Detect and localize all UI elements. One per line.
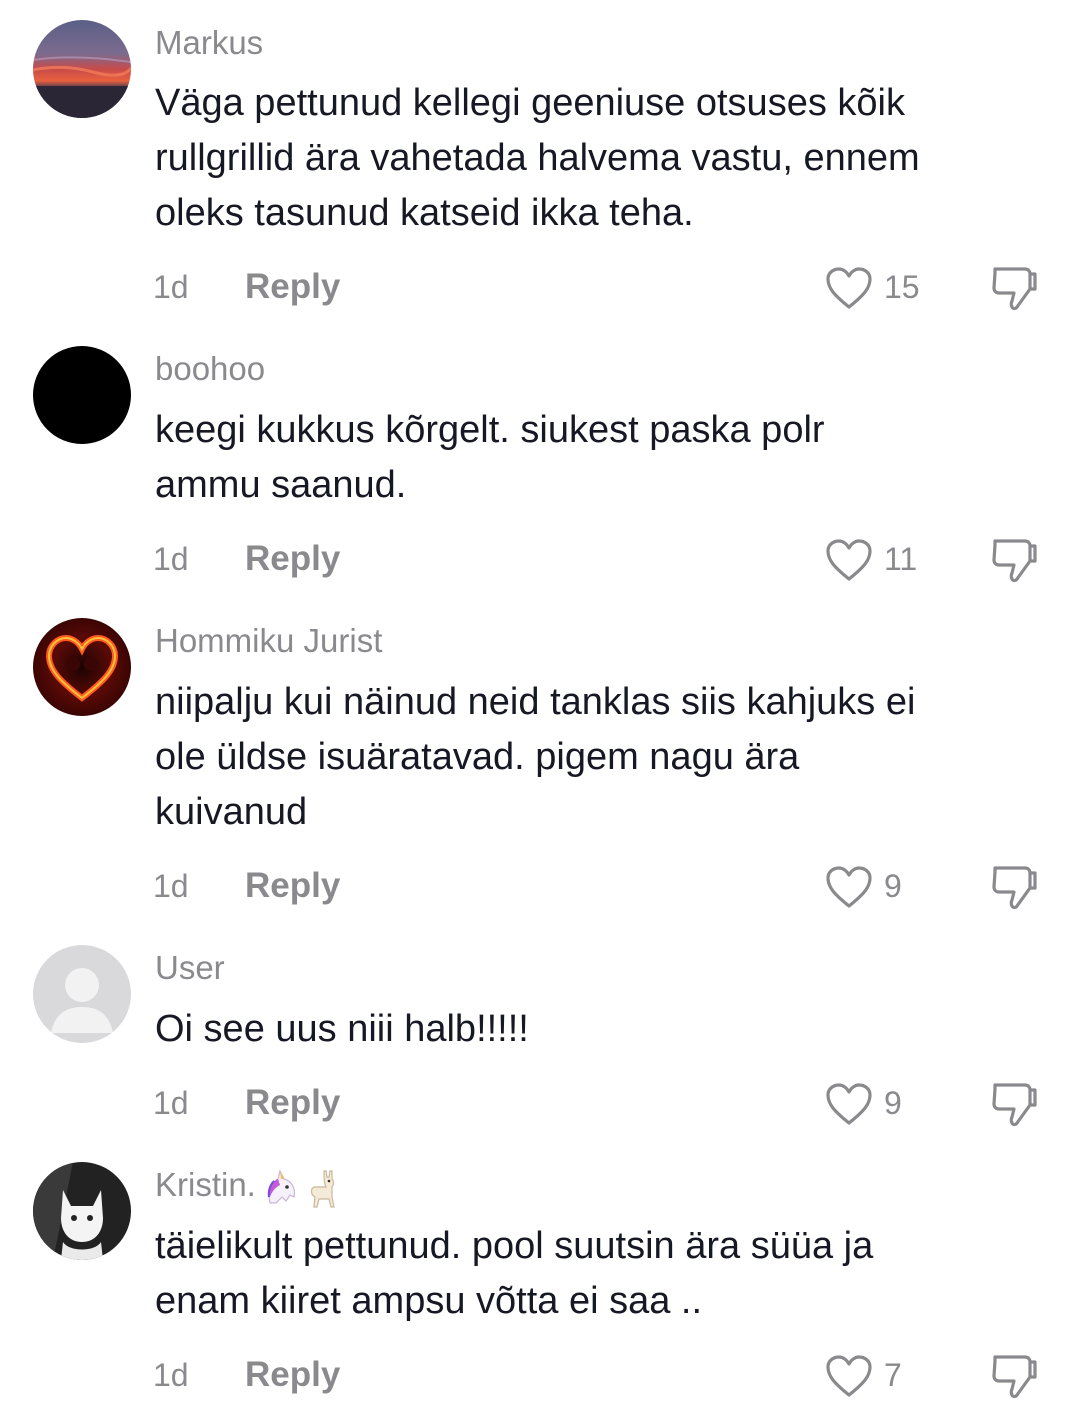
thumbs-down-icon [992,1355,1037,1399]
like-count: 9 [884,1085,902,1121]
heart-outline-icon [826,539,872,581]
comment-text: Oi see uus niii halb!!!!! [155,1008,529,1050]
timestamp: 1d [153,1357,189,1393]
dislike-button[interactable] [987,1349,1041,1403]
heart-outline-icon [826,866,872,908]
avatar[interactable] [33,618,131,716]
username[interactable]: Hommiku Jurist [155,621,382,661]
dislike-button[interactable] [987,261,1041,315]
like-count: 11 [884,541,918,577]
comment-text: täielikult pettunud. pool suutsin ära sü… [155,1225,874,1322]
comment-text: niipalju kui näinud neid tanklas siis ka… [155,681,916,833]
dislike-button[interactable] [987,860,1041,914]
comment-actions: 1d Reply 7 [0,1351,1080,1401]
reply-button[interactable]: Reply [245,866,340,906]
like-count: 9 [884,868,902,904]
timestamp: 1d [153,868,189,904]
dislike-button[interactable] [987,533,1041,587]
timestamp: 1d [153,1085,189,1121]
username[interactable]: User [155,948,225,988]
reply-button[interactable]: Reply [245,1083,340,1123]
like-button[interactable]: 9 [824,1079,924,1129]
comment-text: keegi kukkus kõrgelt. siukest paska polr… [155,409,825,506]
like-button[interactable]: 15 [824,263,924,313]
llama-emoji [310,1170,335,1208]
comment-actions: 1d Reply 11 [0,535,1080,585]
username[interactable]: Kristin. [155,1165,344,1209]
reply-button[interactable]: Reply [245,539,340,579]
avatar[interactable] [33,1162,131,1260]
comment-actions: 1d Reply 9 [0,1079,1080,1129]
username[interactable]: Markus [155,23,263,63]
avatar[interactable] [33,945,131,1043]
like-button[interactable]: 9 [824,862,924,912]
comment-text: Väga pettunud kellegi geeniuse otsuses k… [155,82,920,234]
like-count: 15 [884,269,920,305]
like-count: 7 [884,1357,902,1393]
dislike-button[interactable] [987,1077,1041,1131]
avatar[interactable] [33,346,131,444]
like-button[interactable]: 11 [824,535,924,585]
heart-outline-icon [826,1083,872,1125]
avatar[interactable] [33,20,131,118]
timestamp: 1d [153,541,189,577]
thumbs-down-icon [992,866,1037,910]
thumbs-down-icon [992,267,1037,311]
heart-outline-icon [826,267,872,309]
reply-button[interactable]: Reply [245,267,340,307]
timestamp: 1d [153,269,189,305]
comment-actions: 1d Reply 9 [0,862,1080,912]
unicorn-emoji [267,1169,295,1204]
thumbs-down-icon [992,1083,1037,1127]
like-button[interactable]: 7 [824,1351,924,1401]
thumbs-down-icon [992,539,1037,583]
heart-outline-icon [826,1355,872,1397]
reply-button[interactable]: Reply [245,1355,340,1395]
username[interactable]: boohoo [155,349,265,389]
username-emojis [260,1166,344,1209]
username-text: Kristin. [155,1166,256,1203]
comment-actions: 1d Reply 15 [0,263,1080,313]
